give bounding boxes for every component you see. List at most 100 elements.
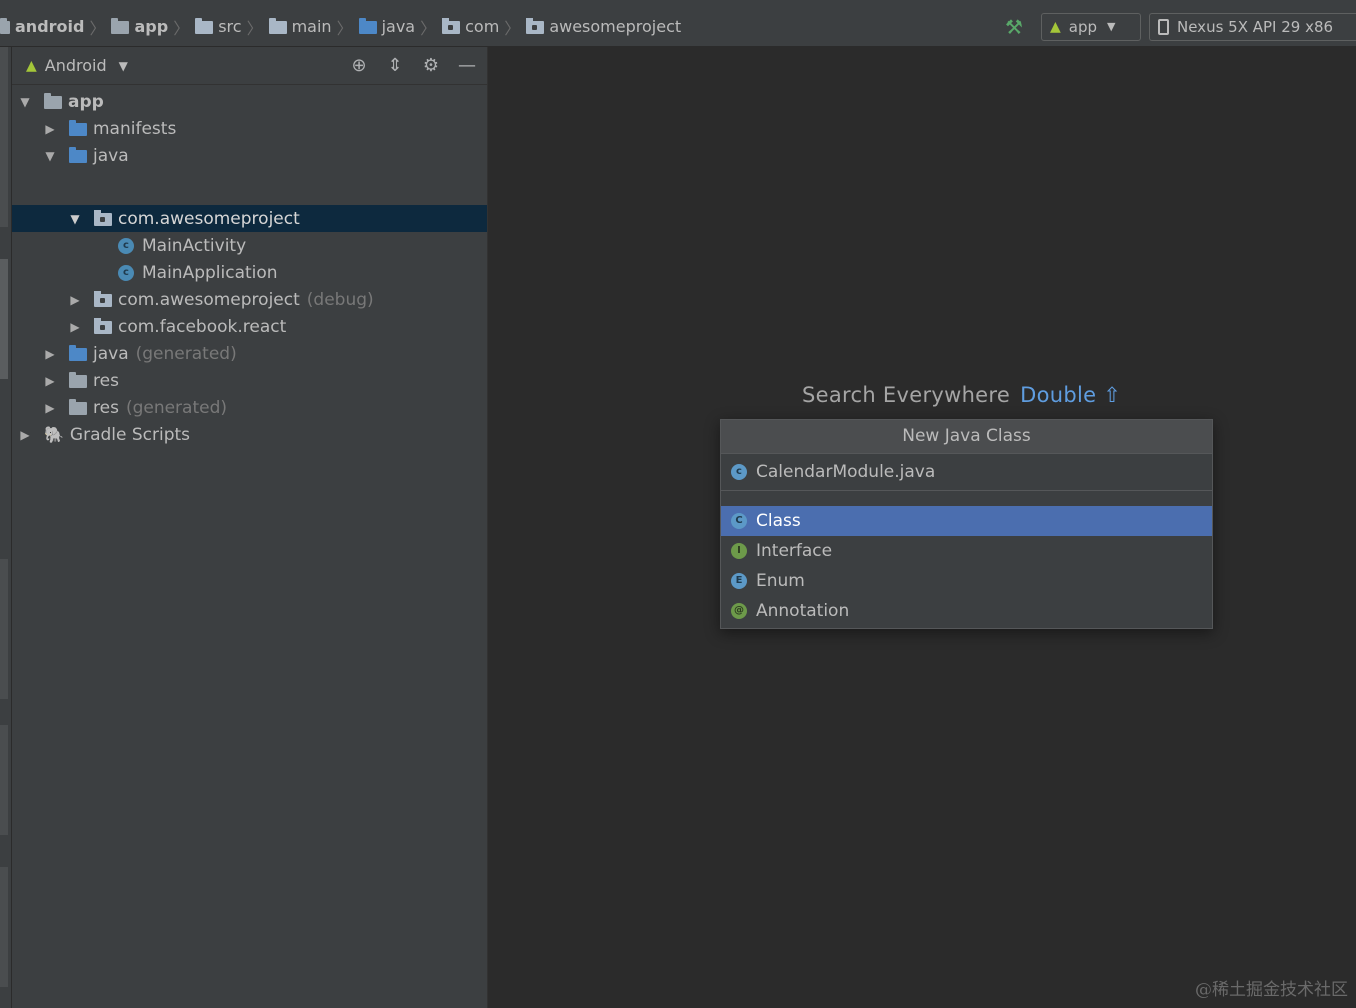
tree-item-label: Gradle Scripts [69, 424, 191, 445]
package-icon [94, 318, 112, 334]
hint-shortcut: Double ⇧ [1020, 383, 1122, 407]
breadcrumb-label: android [15, 17, 85, 36]
panel-header-actions: ⊕ ⇕ ⚙ — [335, 47, 479, 84]
collapsed-arrow-icon: ▶ [20, 427, 30, 442]
tree-item-label: java [93, 343, 129, 364]
android-icon: ▲ [26, 57, 37, 74]
option-label: Class [756, 511, 801, 531]
folder-icon [268, 18, 287, 34]
locate-crosshair-icon[interactable]: ⊕ [347, 55, 371, 76]
tree-row-gradle-scripts[interactable]: ▶ 🐘 Gradle Scripts [12, 421, 487, 448]
structure-tab[interactable] [0, 867, 8, 987]
toolbar-actions: ⚒ ▲ app ▼ Nexus 5X API 29 x86 [1003, 7, 1356, 46]
tree-item-label: com.awesomeproject [118, 208, 300, 229]
source-folder-icon [69, 147, 87, 163]
tree-item-label: manifests [93, 118, 177, 139]
left-tool-window-strip [0, 47, 12, 1008]
module-icon [44, 93, 62, 109]
class-name-value: CalendarModule.java [756, 462, 936, 482]
run-configuration-select[interactable]: ▲ app ▼ [1041, 12, 1141, 41]
tree-row-com-awesomeproject-debug[interactable]: ▶ com.awesomeproject (debug) [12, 286, 487, 313]
tree-item-suffix: (debug) [306, 289, 374, 310]
module-folder-icon [111, 18, 130, 34]
chevron-down-icon: ▼ [1107, 20, 1116, 33]
enum-kind-icon: E [731, 573, 747, 589]
watermark: @稀土掘金技术社区 [1195, 980, 1348, 1000]
kind-option-list: C Class I Interface E Enum @ Annotation [721, 506, 1212, 626]
breadcrumb-separator: 〉 [504, 18, 521, 38]
option-label: Enum [756, 571, 805, 591]
tree-row-mainactivity[interactable]: c MainActivity [12, 232, 487, 259]
class-kind-icon: C [731, 513, 747, 529]
hint-text: Search Everywhere [802, 383, 1011, 407]
tree-item-label: res [93, 397, 119, 418]
breadcrumb-label: awesomeproject [549, 17, 682, 36]
breadcrumb-main[interactable]: main [268, 7, 332, 46]
dialog-title: New Java Class [721, 420, 1212, 454]
tree-row-manifests[interactable]: ▶ manifests [12, 115, 487, 142]
tree-row-res[interactable]: ▶ res [12, 367, 487, 394]
project-tool-window: ▲ Android ▼ ⊕ ⇕ ⚙ — ▼ app ▶ manifests ▼ … [12, 47, 488, 1008]
breadcrumb-label: java [381, 17, 416, 36]
expanded-arrow-icon: ▼ [70, 211, 80, 226]
option-label: Annotation [756, 601, 850, 621]
breadcrumb-android[interactable]: android [0, 7, 84, 46]
java-class-icon: c [118, 237, 134, 254]
tree-row-com-awesomeproject[interactable]: ▼ com.awesomeproject [12, 205, 487, 232]
option-annotation[interactable]: @ Annotation [721, 596, 1212, 626]
tree-item-label: app [68, 91, 104, 112]
breadcrumb-separator: 〉 [173, 18, 190, 38]
class-name-input[interactable]: c CalendarModule.java [721, 454, 1212, 491]
tree-item-label: com.awesomeproject [118, 289, 300, 310]
breadcrumb-src[interactable]: src [195, 7, 242, 46]
breadcrumb-separator: 〉 [89, 18, 106, 38]
tree-item-suffix: (generated) [135, 343, 237, 364]
gradle-elephant-icon: 🐘 [44, 425, 64, 444]
collapsed-arrow-icon: ▶ [45, 373, 55, 388]
breadcrumb-label: src [218, 17, 242, 36]
option-interface[interactable]: I Interface [721, 536, 1212, 566]
tree-row-java-generated[interactable]: ▶ java (generated) [12, 340, 487, 367]
option-enum[interactable]: E Enum [721, 566, 1212, 596]
annotation-kind-icon: @ [731, 603, 747, 619]
new-java-class-dialog: New Java Class c CalendarModule.java C C… [720, 419, 1213, 629]
collapsed-arrow-icon: ▶ [45, 400, 55, 415]
tree-row-mainapplication[interactable]: c MainApplication [12, 259, 487, 286]
build-hammer-icon[interactable]: ⚒ [1003, 16, 1025, 38]
tree-row-java[interactable]: ▼ java [12, 142, 487, 169]
tree-row-app[interactable]: ▼ app [12, 88, 487, 115]
java-class-icon: c [118, 264, 134, 281]
resource-manager-tab[interactable] [0, 47, 8, 227]
chevron-down-icon: ▼ [118, 58, 128, 73]
breadcrumb-app[interactable]: app [111, 7, 168, 46]
breadcrumb-label: app [134, 17, 169, 36]
breadcrumb-separator: 〉 [336, 18, 353, 38]
folder-icon [0, 18, 10, 34]
build-variants-tab[interactable] [0, 559, 8, 699]
generated-source-icon [69, 345, 87, 361]
minimize-icon[interactable]: — [455, 55, 479, 76]
option-class[interactable]: C Class [721, 506, 1212, 536]
tree-item-label: res [93, 370, 119, 391]
project-panel-header: ▲ Android ▼ ⊕ ⇕ ⚙ — [12, 47, 487, 85]
breadcrumb-separator: 〉 [246, 18, 263, 38]
collapsed-arrow-icon: ▶ [45, 346, 55, 361]
collapse-all-icon[interactable]: ⇕ [383, 55, 407, 76]
tree-row-res-generated[interactable]: ▶ res (generated) [12, 394, 487, 421]
breadcrumb-awesomeproject[interactable]: awesomeproject [526, 7, 681, 46]
tree-row-com-facebook-react[interactable]: ▶ com.facebook.react [12, 313, 487, 340]
favorites-tab[interactable] [0, 725, 8, 835]
collapsed-arrow-icon: ▶ [45, 121, 55, 136]
package-icon [94, 291, 112, 307]
interface-kind-icon: I [731, 543, 747, 559]
device-select[interactable]: Nexus 5X API 29 x86 [1149, 12, 1356, 41]
project-tab[interactable] [0, 259, 8, 379]
breadcrumb-com[interactable]: com [442, 7, 499, 46]
tree-item-label: com.facebook.react [118, 316, 287, 337]
breadcrumb: android 〉 app 〉 src 〉 main 〉 java 〉 com … [0, 7, 681, 46]
expanded-arrow-icon: ▼ [45, 148, 55, 163]
breadcrumb-java[interactable]: java [358, 7, 416, 46]
gear-icon[interactable]: ⚙ [419, 55, 443, 76]
view-mode-select[interactable]: ▲ Android ▼ [12, 56, 128, 75]
source-folder-icon [358, 18, 377, 34]
